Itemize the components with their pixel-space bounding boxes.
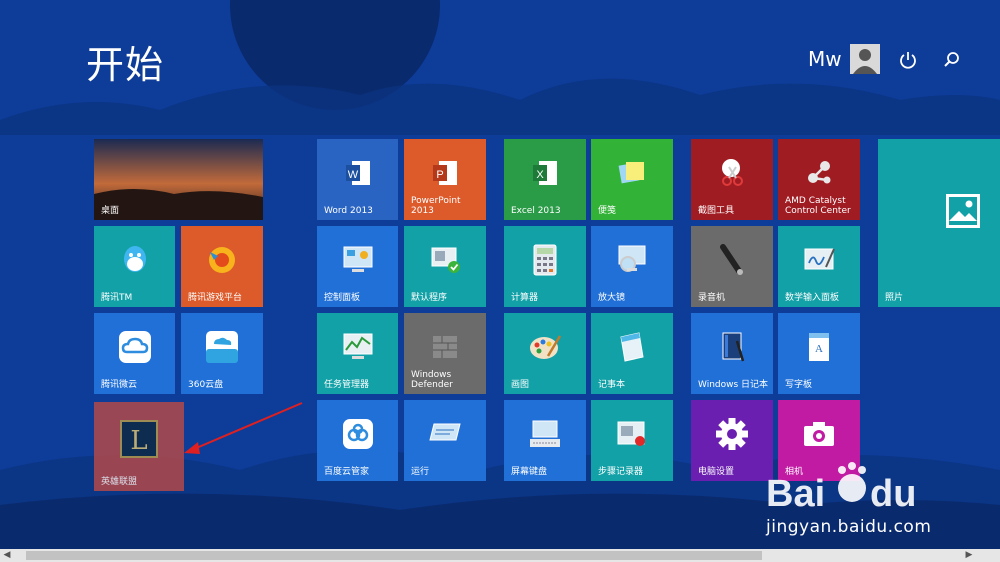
- tile-label: Word 2013: [324, 206, 373, 216]
- svg-text:A: A: [815, 343, 823, 355]
- watermark-url: jingyan.baidu.com: [766, 517, 932, 537]
- steps-recorder-icon: [617, 421, 645, 447]
- tile-calculator[interactable]: 计算器: [504, 226, 586, 307]
- defender-wall-icon: [433, 336, 457, 359]
- tile-snipping-tool[interactable]: 截图工具: [691, 139, 773, 220]
- keyboard-icon: [530, 420, 560, 448]
- tile-control-panel[interactable]: 控制面板: [317, 226, 398, 307]
- control-panel-icon: [343, 246, 372, 273]
- svg-text:W: W: [347, 169, 358, 181]
- baidu-cloud-icon: [342, 419, 373, 450]
- tile-label: 运行: [411, 467, 430, 477]
- tile-label: 便笺: [598, 206, 617, 216]
- paint-palette-icon: [530, 335, 562, 360]
- tile-label: 写字板: [785, 380, 813, 390]
- svg-text:Bai: Bai: [766, 473, 825, 515]
- tile-default-programs[interactable]: 默认程序: [404, 226, 486, 307]
- svg-text:P: P: [436, 169, 443, 181]
- tile-word[interactable]: W Word 2013: [317, 139, 398, 220]
- default-programs-icon: [431, 247, 460, 274]
- tile-sticky-notes[interactable]: 便笺: [591, 139, 673, 220]
- tile-photos[interactable]: 照片: [878, 139, 1000, 307]
- tile-pc-settings[interactable]: 电脑设置: [691, 400, 773, 481]
- tile-label: 计算器: [511, 293, 539, 303]
- tile-label: 截图工具: [698, 206, 735, 216]
- tile-on-screen-keyboard[interactable]: 屏幕键盘: [504, 400, 586, 481]
- tile-label: Windows 日记本: [698, 380, 769, 390]
- magnifier-icon: [618, 245, 646, 273]
- snipping-tool-icon: [722, 159, 743, 187]
- excel-icon: X: [533, 161, 557, 186]
- tile-windows-defender[interactable]: Windows Defender: [404, 313, 486, 394]
- wordpad-icon: A: [809, 333, 829, 362]
- sticky-notes-icon: [618, 162, 644, 184]
- gear-icon: [716, 418, 748, 451]
- tile-excel[interactable]: X Excel 2013: [504, 139, 586, 220]
- tile-task-manager[interactable]: 任务管理器: [317, 313, 398, 394]
- tile-label: 屏幕键盘: [511, 467, 548, 477]
- tile-label: 照片: [885, 293, 904, 303]
- tile-label: Excel 2013: [511, 206, 561, 216]
- powerpoint-icon: P: [433, 161, 457, 186]
- tile-label: 步骤记录器: [598, 467, 644, 477]
- tile-label: 数学输入面板: [785, 293, 840, 303]
- run-icon: [429, 423, 461, 441]
- tile-label: 默认程序: [411, 293, 448, 303]
- tile-run[interactable]: 运行: [404, 400, 486, 481]
- tile-label: 录音机: [698, 293, 726, 303]
- task-manager-icon: [343, 333, 372, 360]
- math-input-icon: [804, 248, 835, 270]
- tile-amd-catalyst[interactable]: AMD Catalyst Control Center: [778, 139, 860, 220]
- notepad-icon: [620, 332, 644, 362]
- tile-steps-recorder[interactable]: 步骤记录器: [591, 400, 673, 481]
- calculator-icon: [533, 244, 557, 276]
- word-icon: W: [345, 161, 370, 186]
- amd-catalyst-icon: [808, 161, 831, 184]
- tile-label: 放大镜: [598, 293, 626, 303]
- tile-label: 电脑设置: [698, 467, 735, 477]
- svg-text:du: du: [870, 473, 916, 515]
- tile-notepad[interactable]: 记事本: [591, 313, 673, 394]
- tile-sound-recorder[interactable]: 录音机: [691, 226, 773, 307]
- tile-label: PowerPoint 2013: [411, 196, 461, 216]
- tile-label: 百度云管家: [324, 467, 370, 477]
- scrollbar-thumb[interactable]: [26, 551, 762, 560]
- horizontal-scrollbar[interactable]: ◀ ▶: [0, 549, 1000, 562]
- tile-powerpoint[interactable]: P PowerPoint 2013: [404, 139, 486, 220]
- tile-math-input[interactable]: 数学输入面板: [778, 226, 860, 307]
- tile-label: 记事本: [598, 380, 626, 390]
- tile-label: 控制面板: [324, 293, 361, 303]
- tile-wordpad[interactable]: A 写字板: [778, 313, 860, 394]
- tile-magnifier[interactable]: 放大镜: [591, 226, 673, 307]
- tile-journal[interactable]: Windows 日记本: [691, 313, 773, 394]
- scroll-right-arrow[interactable]: ▶: [962, 549, 976, 562]
- tile-label: Windows Defender: [411, 370, 453, 390]
- journal-icon: [722, 332, 745, 362]
- tile-paint[interactable]: 画图: [504, 313, 586, 394]
- scroll-left-arrow[interactable]: ◀: [0, 549, 14, 562]
- tile-baidu-yun[interactable]: 百度云管家: [317, 400, 398, 481]
- tile-label: 任务管理器: [324, 380, 370, 390]
- microphone-icon: [720, 244, 743, 276]
- camera-icon: [804, 422, 834, 447]
- photos-icon: [946, 194, 980, 228]
- tile-label: AMD Catalyst Control Center: [785, 196, 851, 216]
- svg-text:X: X: [536, 169, 544, 181]
- tile-label: 画图: [511, 380, 530, 390]
